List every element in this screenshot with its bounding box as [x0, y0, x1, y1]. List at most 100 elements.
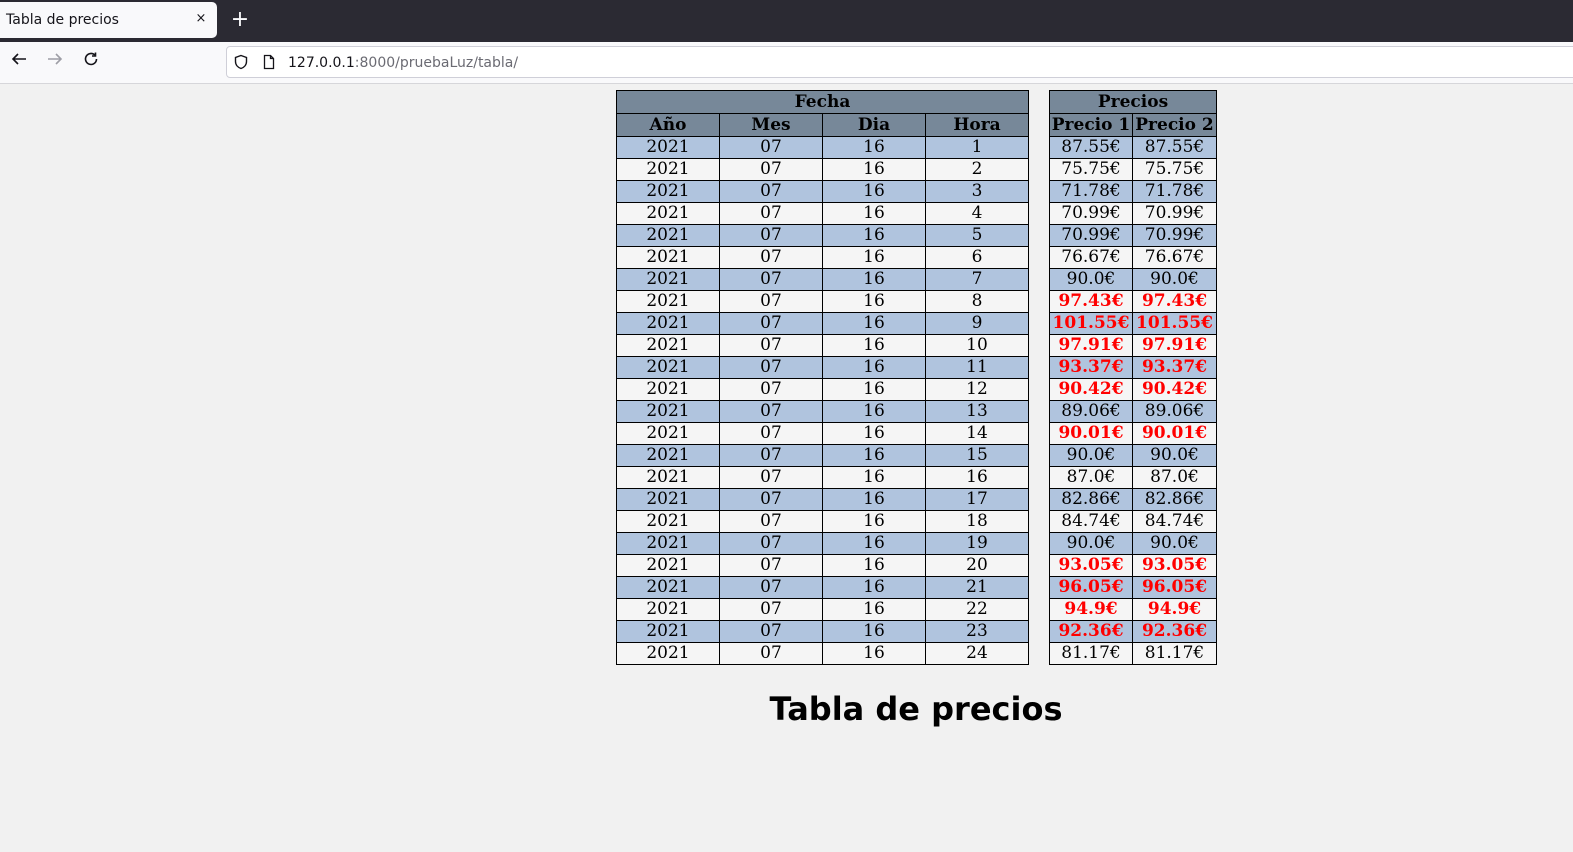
cell-anio: 2021 [616, 334, 720, 357]
cell-mes: 07 [719, 224, 823, 247]
cell-dia: 16 [822, 158, 926, 181]
page-title: Tabla de precios [769, 690, 1063, 728]
cell-dia: 16 [822, 356, 926, 379]
cell-anio: 2021 [616, 400, 720, 423]
cell-anio: 2021 [616, 444, 720, 467]
cell-mes: 07 [719, 180, 823, 203]
close-icon[interactable]: × [192, 10, 210, 28]
table-row: 87.0€ 87.0€ [1049, 466, 1217, 489]
browser-tab[interactable]: Tabla de precios × [0, 2, 217, 38]
cell-anio: 2021 [616, 620, 720, 643]
cell-anio: 2021 [616, 224, 720, 247]
cell-mes: 07 [719, 422, 823, 445]
table-row: 2021 07 16 24 [616, 642, 1029, 665]
cell-anio: 2021 [616, 466, 720, 489]
cell-precio1: 90.0€ [1049, 444, 1133, 467]
table-row: 94.9€ 94.9€ [1049, 598, 1217, 621]
cell-hora: 15 [925, 444, 1029, 467]
cell-dia: 16 [822, 268, 926, 291]
table-row: 2021 07 16 17 [616, 488, 1029, 511]
cell-precio1: 84.74€ [1049, 510, 1133, 533]
cell-anio: 2021 [616, 312, 720, 335]
cell-precio2: 97.43€ [1132, 290, 1217, 313]
table-row: 2021 07 16 6 [616, 246, 1029, 269]
column-header-precio1: Precio 1 [1049, 113, 1133, 137]
cell-hora: 1 [925, 136, 1029, 159]
shield-icon[interactable] [233, 54, 249, 70]
forward-arrow-icon[interactable] [43, 50, 67, 74]
cell-precio1: 93.37€ [1049, 356, 1133, 379]
table-row: 2021 07 16 16 [616, 466, 1029, 489]
table-row: 70.99€ 70.99€ [1049, 202, 1217, 225]
cell-mes: 07 [719, 510, 823, 533]
table-row: 81.17€ 81.17€ [1049, 642, 1217, 665]
cell-hora: 7 [925, 268, 1029, 291]
plus-icon[interactable]: + [230, 9, 250, 31]
cell-dia: 16 [822, 488, 926, 511]
cell-anio: 2021 [616, 268, 720, 291]
tab-title: Tabla de precios [6, 12, 119, 28]
cell-precio1: 71.78€ [1049, 180, 1133, 203]
cell-mes: 07 [719, 312, 823, 335]
cell-precio2: 94.9€ [1132, 598, 1217, 621]
cell-mes: 07 [719, 532, 823, 555]
cell-hora: 13 [925, 400, 1029, 423]
cell-dia: 16 [822, 202, 926, 225]
cell-precio1: 70.99€ [1049, 224, 1133, 247]
table-row: 2021 07 16 5 [616, 224, 1029, 247]
cell-hora: 3 [925, 180, 1029, 203]
cell-precio2: 81.17€ [1132, 642, 1217, 665]
table-row: 2021 07 16 12 [616, 378, 1029, 401]
cell-hora: 2 [925, 158, 1029, 181]
table-row: 93.05€ 93.05€ [1049, 554, 1217, 577]
cell-dia: 16 [822, 466, 926, 489]
cell-precio1: 93.05€ [1049, 554, 1133, 577]
table-row: 2021 07 16 7 [616, 268, 1029, 291]
table-row: 2021 07 16 23 [616, 620, 1029, 643]
cell-mes: 07 [719, 290, 823, 313]
cell-hora: 19 [925, 532, 1029, 555]
table-row: 84.74€ 84.74€ [1049, 510, 1217, 533]
column-header-hora: Hora [925, 113, 1029, 137]
cell-anio: 2021 [616, 576, 720, 599]
cell-hora: 22 [925, 598, 1029, 621]
cell-mes: 07 [719, 202, 823, 225]
table-row: 2021 07 16 9 [616, 312, 1029, 335]
cell-anio: 2021 [616, 246, 720, 269]
cell-hora: 10 [925, 334, 1029, 357]
cell-precio1: 90.0€ [1049, 268, 1133, 291]
table-row: 2021 07 16 20 [616, 554, 1029, 577]
table-row: 76.67€ 76.67€ [1049, 246, 1217, 269]
cell-mes: 07 [719, 334, 823, 357]
table-row: 2021 07 16 3 [616, 180, 1029, 203]
cell-mes: 07 [719, 268, 823, 291]
cell-dia: 16 [822, 334, 926, 357]
cell-precio2: 90.0€ [1132, 532, 1217, 555]
column-header-precio2: Precio 2 [1132, 113, 1217, 137]
cell-precio1: 76.67€ [1049, 246, 1133, 269]
cell-mes: 07 [719, 378, 823, 401]
reload-icon[interactable] [79, 50, 103, 74]
back-arrow-icon[interactable] [7, 50, 31, 74]
cell-anio: 2021 [616, 356, 720, 379]
table-row: 90.0€ 90.0€ [1049, 444, 1217, 467]
cell-precio2: 76.67€ [1132, 246, 1217, 269]
cell-precio1: 92.36€ [1049, 620, 1133, 643]
column-header-mes: Mes [719, 113, 823, 137]
cell-precio1: 94.9€ [1049, 598, 1133, 621]
address-bar[interactable]: 127.0.0.1:8000/pruebaLuz/tabla/ [226, 46, 1573, 78]
url-text[interactable]: 127.0.0.1:8000/pruebaLuz/tabla/ [288, 55, 518, 71]
table-row: 2021 07 16 1 [616, 136, 1029, 159]
cell-mes: 07 [719, 620, 823, 643]
cell-mes: 07 [719, 576, 823, 599]
table-row: 70.99€ 70.99€ [1049, 224, 1217, 247]
table-row: 90.0€ 90.0€ [1049, 532, 1217, 555]
table-row: 87.55€ 87.55€ [1049, 136, 1217, 159]
cell-hora: 6 [925, 246, 1029, 269]
column-header-anio: Año [616, 113, 720, 137]
cell-hora: 9 [925, 312, 1029, 335]
table-row: 2021 07 16 22 [616, 598, 1029, 621]
table-row: 97.91€ 97.91€ [1049, 334, 1217, 357]
cell-mes: 07 [719, 400, 823, 423]
cell-precio1: 90.01€ [1049, 422, 1133, 445]
